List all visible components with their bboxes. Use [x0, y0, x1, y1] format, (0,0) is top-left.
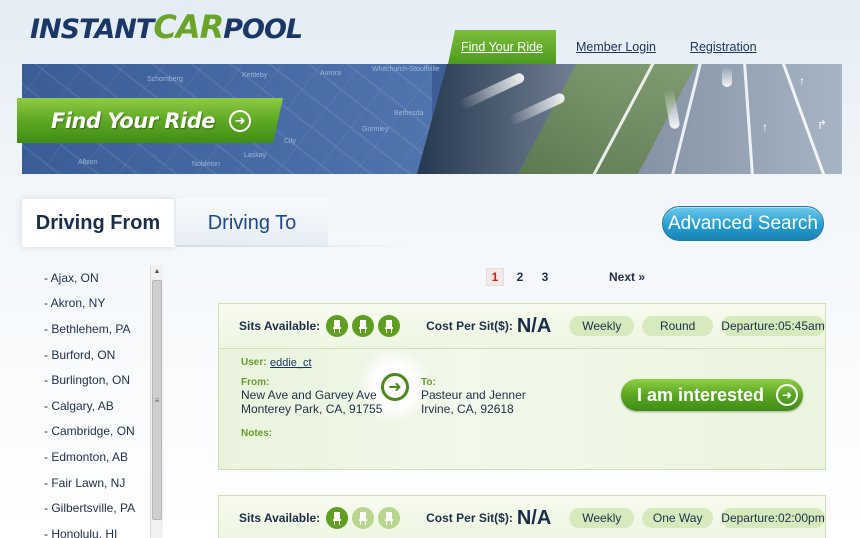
frequency-badge: Weekly [569, 508, 635, 528]
ride-summary-2: Sits Available: Cost Per Sit($): N/A Wee… [218, 495, 826, 538]
find-your-ride-banner-button[interactable]: Find Your Ride ➜ [17, 98, 283, 143]
top-navigation: Find Your Ride Member Login Registration [448, 28, 791, 64]
page-3[interactable]: 3 [536, 268, 554, 286]
notes-label: Notes: [241, 428, 273, 439]
tab-divider [176, 245, 416, 247]
scroll-up-arrow-icon[interactable]: ▲ [151, 265, 163, 278]
city-list: - Ajax, ON - Akron, NY - Bethlehem, PA -… [44, 265, 154, 538]
logo-car: CAR [153, 8, 224, 46]
map-label: Gormley [362, 126, 389, 133]
arrow-right-icon: ➜ [776, 384, 799, 406]
seat-icon [326, 315, 349, 337]
i-am-interested-button[interactable]: I am interested ➜ [621, 379, 803, 411]
city-item[interactable]: - Ajax, ON [44, 265, 154, 291]
ride-summary-1: Sits Available: Cost Per Sit($): N/A Wee… [218, 303, 826, 349]
seat-icon [378, 315, 401, 337]
city-item[interactable]: - Burford, ON [44, 342, 154, 368]
seat-icon [352, 315, 375, 337]
cost-per-sit-label: Cost Per Sit($): [426, 319, 513, 333]
to-address-line2: Irvine, CA, 92618 [421, 402, 514, 416]
city-item[interactable]: - Calgary, AB [44, 393, 154, 419]
departure-badge: Departure:05:45am [721, 316, 825, 336]
logo-instant: INSTANT [30, 14, 154, 45]
departure-badge: Departure:02:00pm [721, 508, 825, 528]
user-link[interactable]: eddie_ct [270, 357, 312, 369]
map-label: Schomberg [147, 76, 183, 83]
map-label: Aurora [320, 70, 342, 77]
grip-icon: ≡ [154, 395, 160, 405]
city-item[interactable]: - Honolulu, HI [44, 521, 154, 538]
city-item[interactable]: - Edmonton, AB [44, 444, 154, 470]
arrow-up-icon: ↑ [762, 120, 768, 134]
city-list-scrollbar[interactable]: ▲ ≡ [150, 265, 163, 538]
cost-per-sit-label: Cost Per Sit($): [426, 511, 513, 525]
seat-icon [326, 507, 349, 529]
find-your-ride-banner-label: Find Your Ride [51, 108, 216, 133]
map-label: Laskay [244, 152, 267, 159]
page-2[interactable]: 2 [511, 268, 529, 286]
map-label: Albion [78, 159, 98, 166]
city-item[interactable]: - Cambridge, ON [44, 419, 154, 445]
logo-pool: POOL [223, 14, 303, 45]
next-page-link[interactable]: Next » [609, 270, 645, 284]
map-label: Whitchurch-Stouffville [372, 66, 440, 73]
arrow-up-icon: ↑ [799, 74, 805, 88]
map-label: Nobleton [192, 161, 221, 168]
banner-highway-image: ↑ ↑ ↱ [417, 64, 842, 174]
frequency-badge: Weekly [569, 316, 635, 336]
nav-find-your-ride[interactable]: Find Your Ride [448, 30, 557, 64]
city-item[interactable]: - Gilbertsville, PA [44, 495, 154, 521]
arrow-turn-icon: ↱ [817, 118, 828, 132]
nav-member-login[interactable]: Member Login [576, 40, 656, 64]
city-item[interactable]: - Akron, NY [44, 291, 154, 317]
to-address-line1: Pasteur and Jenner [421, 388, 526, 402]
seat-icons [322, 315, 401, 337]
cost-value: N/A [516, 314, 552, 337]
trip-type-badge: One Way [642, 508, 713, 528]
page-1[interactable]: 1 [486, 268, 504, 286]
sits-available-label: Sits Available: [239, 511, 321, 525]
user-label: User: [241, 357, 267, 368]
trip-type-badge: Round [642, 316, 713, 336]
from-label: From: [241, 377, 270, 388]
advanced-search-button[interactable]: Advanced Search [662, 206, 824, 241]
pagination: 1 2 3 Next » [486, 268, 645, 286]
arrow-right-icon: ➜ [229, 110, 251, 132]
site-logo[interactable]: INSTANTCARPOOL [30, 8, 303, 46]
seat-taken-icon [378, 507, 401, 529]
interested-label: I am interested [637, 384, 765, 405]
seat-taken-icon [352, 507, 375, 529]
user-link-wrap: eddie_ct [270, 355, 312, 370]
to-label: To: [421, 377, 436, 388]
from-address-line2: Monterey Park, CA, 91755 [241, 402, 383, 416]
map-label: Kettleby [242, 72, 268, 79]
city-item[interactable]: - Fair Lawn, NJ [44, 470, 154, 496]
scrollbar-thumb[interactable]: ≡ [152, 280, 162, 520]
city-item[interactable]: - Bethlehem, PA [44, 316, 154, 342]
nav-registration[interactable]: Registration [690, 40, 757, 64]
tab-driving-to[interactable]: Driving To [176, 199, 328, 247]
ride-details-1: User: eddie_ct From: New Ave and Garvey … [218, 349, 826, 470]
seat-icons [322, 507, 401, 529]
sits-available-label: Sits Available: [239, 319, 321, 333]
from-address-line1: New Ave and Garvey Ave [241, 388, 377, 402]
map-label: Bethesda [394, 110, 424, 117]
tab-driving-from[interactable]: Driving From [22, 199, 174, 247]
map-label: City [284, 138, 297, 145]
cost-value: N/A [516, 506, 552, 529]
city-item[interactable]: - Burlington, ON [44, 367, 154, 393]
route-arrow-icon: ➜ [381, 373, 409, 401]
